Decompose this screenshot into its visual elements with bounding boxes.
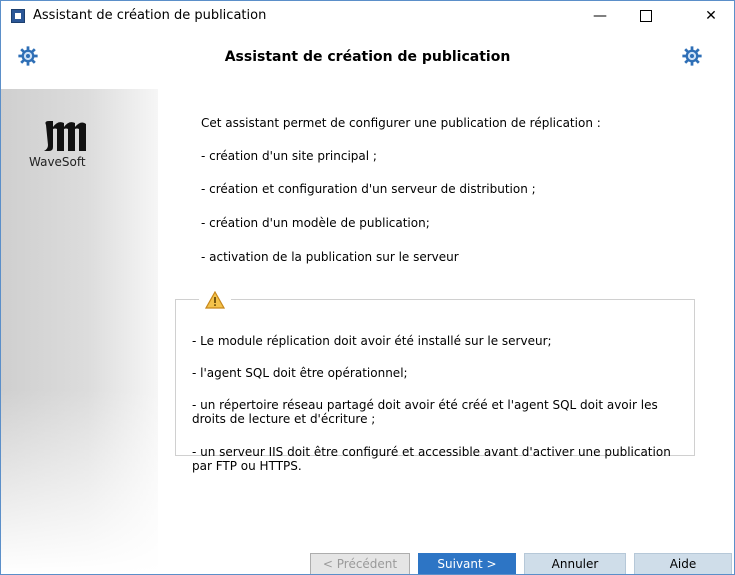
wizard-sidebar: WaveSoft: [1, 89, 158, 574]
intro-line: - création d'un site principal ;: [201, 149, 377, 163]
warning-icon: [199, 291, 231, 309]
wizard-header: Assistant de création de publication: [1, 31, 734, 89]
previous-button[interactable]: < Précédent: [310, 553, 410, 574]
app-icon: [11, 9, 25, 23]
warning-item: - l'agent SQL doit être opérationnel;: [192, 366, 408, 380]
header-title: Assistant de création de publication: [224, 49, 511, 65]
wavesoft-logo-icon: [44, 121, 86, 151]
window-title: Assistant de création de publication: [33, 8, 267, 23]
help-button[interactable]: Aide: [634, 553, 732, 574]
warning-item: - Le module réplication doit avoir été i…: [192, 334, 552, 348]
title-bar[interactable]: Assistant de création de publication — ✕: [1, 1, 734, 31]
wizard-window: Assistant de création de publication — ✕…: [0, 0, 735, 575]
maximize-button[interactable]: [623, 1, 669, 31]
sidebar-fade: [1, 389, 158, 574]
intro-line: - création d'un modèle de publication;: [201, 216, 430, 230]
intro-line: Cet assistant permet de configurer une p…: [201, 116, 601, 130]
gear-icon: [682, 46, 702, 66]
warning-item: - un répertoire réseau partagé doit avoi…: [192, 398, 658, 426]
logo-text: WaveSoft: [29, 155, 86, 169]
cancel-button[interactable]: Annuler: [524, 553, 626, 574]
intro-line: - création et configuration d'un serveur…: [201, 182, 536, 196]
minimize-button[interactable]: —: [577, 1, 623, 31]
next-button[interactable]: Suivant >: [418, 553, 516, 574]
warning-item: - un serveur IIS doit être configuré et …: [192, 445, 671, 473]
close-button[interactable]: ✕: [688, 1, 734, 31]
intro-line: - activation de la publication sur le se…: [201, 250, 459, 264]
maximize-icon: [640, 10, 652, 22]
